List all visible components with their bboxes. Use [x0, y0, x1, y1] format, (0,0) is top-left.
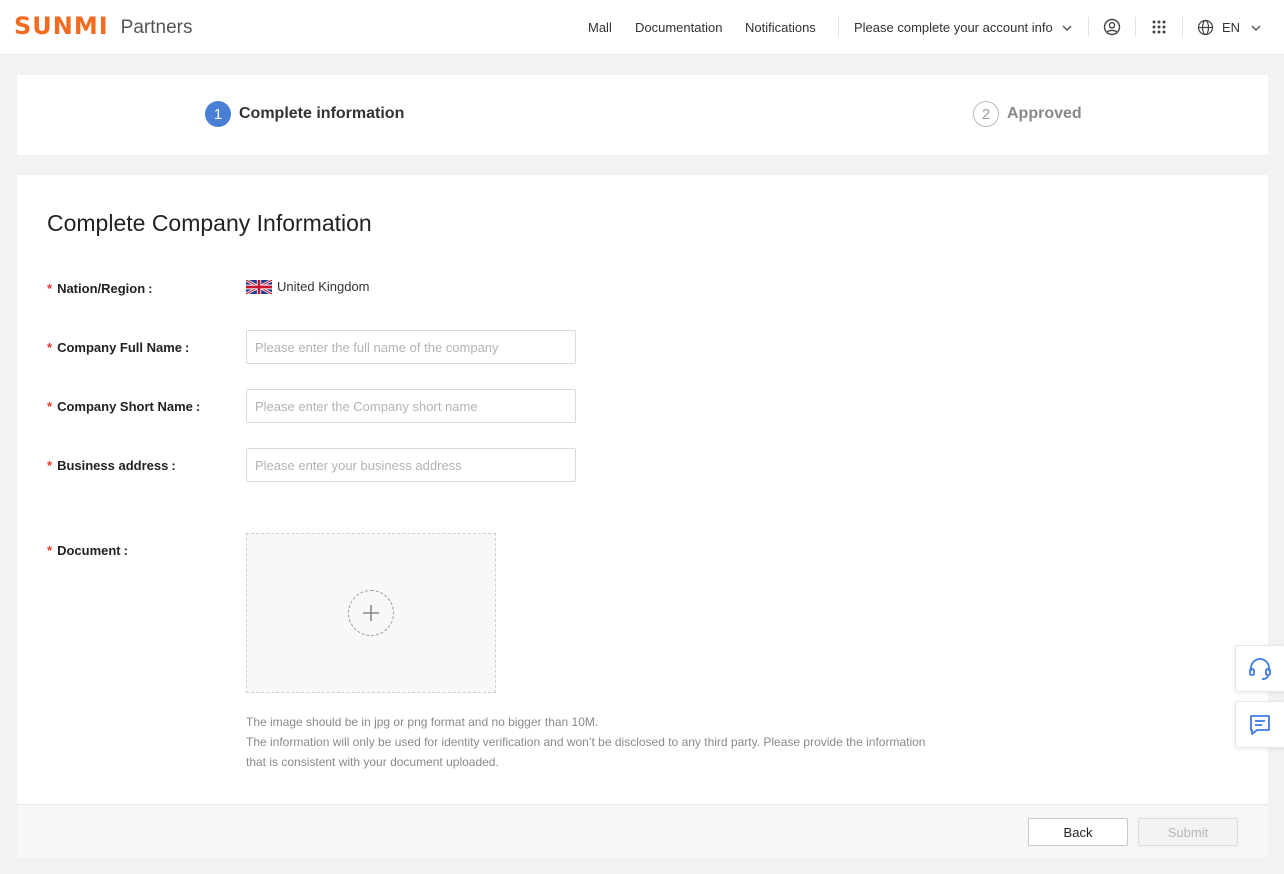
- language-label: EN: [1222, 20, 1241, 35]
- form-footer: Back Submit: [17, 804, 1268, 858]
- short-name-label: * Company Short Name:: [47, 399, 201, 414]
- divider: [1088, 17, 1089, 37]
- divider: [1135, 17, 1136, 37]
- logo-mark: SUNMI: [14, 12, 109, 40]
- document-upload-area[interactable]: [246, 533, 496, 693]
- steps-panel: 1 Complete information 2 Approved: [17, 75, 1268, 155]
- chevron-down-icon: [1251, 25, 1261, 31]
- logo-text: Partners: [120, 17, 193, 38]
- account-menu[interactable]: Please complete your account info: [854, 0, 1073, 55]
- chevron-down-icon: [1062, 25, 1072, 31]
- plus-icon: [348, 590, 394, 636]
- nav-mall[interactable]: Mall: [588, 0, 612, 55]
- required-mark: *: [47, 543, 53, 558]
- step-label: Approved: [1007, 105, 1082, 122]
- required-mark: *: [47, 340, 53, 355]
- step-number: 2: [973, 101, 999, 127]
- page-title: Complete Company Information: [47, 210, 372, 236]
- required-mark: *: [47, 281, 53, 296]
- headset-icon: [1249, 657, 1271, 680]
- account-label: Please complete your account info: [854, 20, 1053, 35]
- message-icon: [1250, 714, 1270, 735]
- full-name-label: * Company Full Name:: [47, 340, 190, 355]
- feedback-button[interactable]: [1235, 701, 1284, 748]
- required-mark: *: [47, 399, 53, 414]
- step-complete-information: 1 Complete information: [205, 101, 404, 127]
- globe-icon: [1197, 19, 1214, 36]
- upload-hint-format: The image should be in jpg or png format…: [246, 715, 599, 729]
- step-number: 1: [205, 101, 231, 127]
- nation-text: United Kingdom: [277, 279, 370, 294]
- company-info-form: Complete Company Information * Nation/Reg…: [17, 175, 1268, 858]
- language-selector[interactable]: EN: [1197, 0, 1262, 55]
- logo[interactable]: SUNMI Partners: [14, 14, 192, 38]
- company-short-name-input[interactable]: [246, 389, 576, 423]
- upload-hint-privacy: The information will only be used for id…: [246, 735, 926, 769]
- required-mark: *: [47, 458, 53, 473]
- back-button[interactable]: Back: [1028, 818, 1128, 846]
- nav-documentation[interactable]: Documentation: [635, 0, 722, 55]
- customer-service-button[interactable]: [1235, 645, 1284, 692]
- company-full-name-input[interactable]: [246, 330, 576, 364]
- apps-grid-icon[interactable]: [1150, 18, 1168, 36]
- top-header: SUNMI Partners Mall Documentation Notifi…: [0, 0, 1284, 55]
- business-address-label: * Business address:: [47, 458, 176, 473]
- document-label: * Document:: [47, 543, 128, 558]
- submit-button[interactable]: Submit: [1138, 818, 1238, 846]
- divider: [1182, 17, 1183, 37]
- nation-value: United Kingdom: [246, 279, 370, 294]
- step-label: Complete information: [239, 105, 405, 122]
- nav-notifications[interactable]: Notifications: [745, 0, 816, 55]
- business-address-input[interactable]: [246, 448, 576, 482]
- step-approved: 2 Approved: [973, 101, 1082, 127]
- user-circle-icon[interactable]: [1103, 18, 1121, 36]
- nation-label: * Nation/Region:: [47, 281, 153, 296]
- divider: [838, 17, 839, 37]
- uk-flag-icon: [246, 279, 272, 294]
